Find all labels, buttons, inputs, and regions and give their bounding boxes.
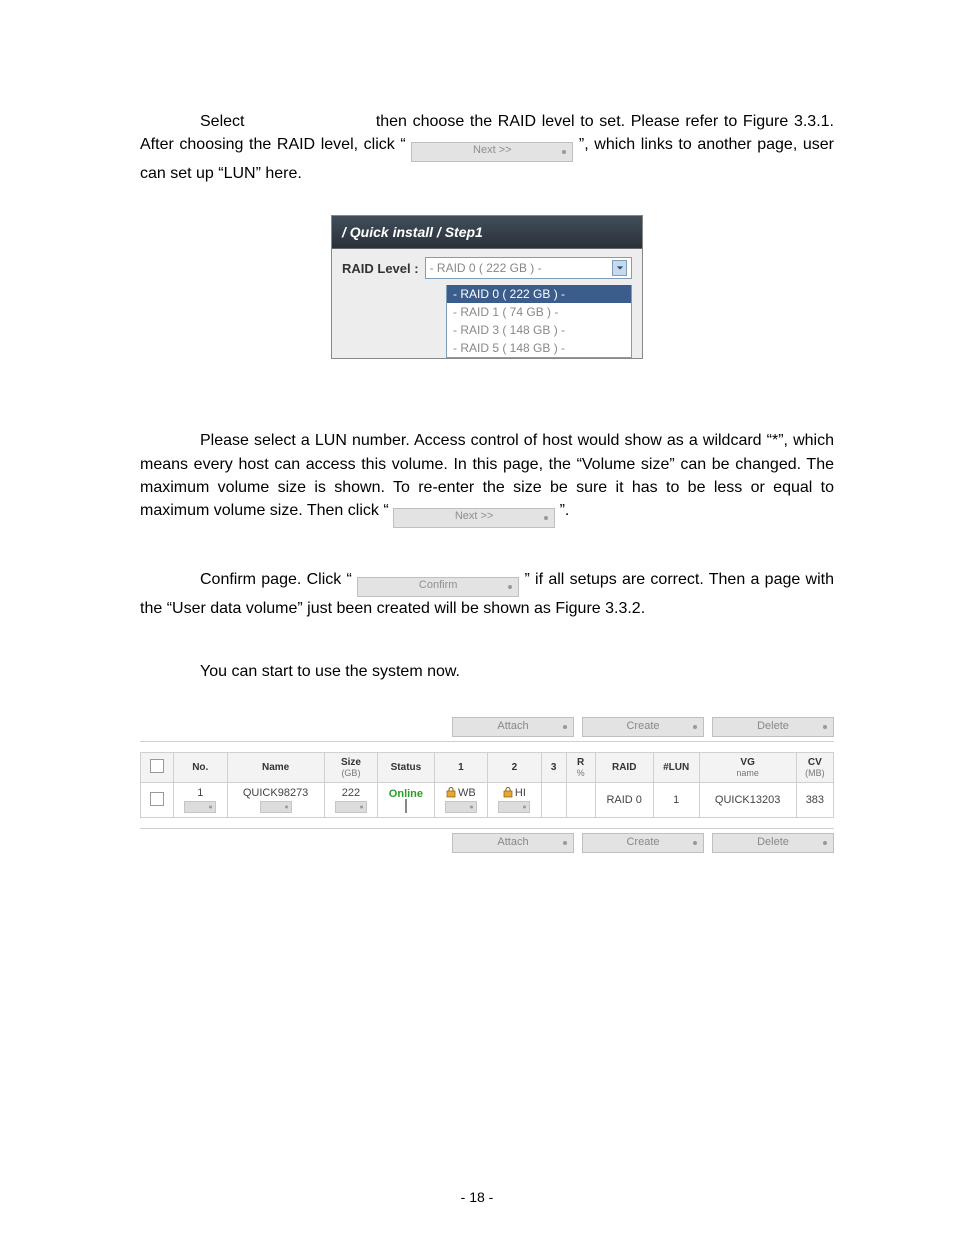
cell-name[interactable]: QUICK98273: [227, 783, 324, 818]
raid-level-label: RAID Level :: [342, 261, 419, 276]
cell-r: [566, 783, 595, 818]
col-size: Size(GB): [324, 753, 378, 783]
table-header: No. Name Size(GB) Status 1 2 3 R% RAID #…: [141, 753, 834, 783]
col-raid: RAID: [595, 753, 653, 783]
cell-cv: 383: [796, 783, 833, 818]
attach-button[interactable]: Attach: [452, 833, 574, 853]
col-2: 2: [488, 753, 542, 783]
raid-option[interactable]: - RAID 5 ( 148 GB ) -: [447, 339, 631, 357]
cell-size[interactable]: 222: [324, 783, 378, 818]
cell-status: Online: [378, 783, 434, 818]
para-step1: Select then choose the RAID level to set…: [140, 110, 834, 185]
cell-vg: QUICK13203: [699, 783, 796, 818]
cell-2[interactable]: HI: [488, 783, 542, 818]
col-vg: VGname: [699, 753, 796, 783]
col-lun: #LUN: [653, 753, 699, 783]
t: Confirm page. Click “: [200, 571, 352, 588]
col-cv: CV(MB): [796, 753, 833, 783]
raid-option[interactable]: - RAID 0 ( 222 GB ) -: [447, 285, 631, 303]
action-row-bottom: Attach Create Delete: [140, 828, 834, 857]
row-checkbox[interactable]: [150, 792, 164, 806]
next-button-inline-1[interactable]: Next >>: [411, 142, 573, 162]
volume-table-area: Attach Create Delete No. Name Size(GB) S…: [140, 713, 834, 857]
t: Please select a LUN number. Access contr…: [140, 432, 834, 519]
t: Select: [200, 113, 244, 130]
chevron-down-icon[interactable]: [612, 260, 627, 276]
col-1: 1: [434, 753, 488, 783]
col-name: Name: [227, 753, 324, 783]
para-step2: Please select a LUN number. Access contr…: [140, 429, 834, 528]
cell-no[interactable]: 1: [174, 783, 228, 818]
raid-level-select[interactable]: - RAID 0 ( 222 GB ) -: [425, 257, 632, 279]
cell-raid: RAID 0: [595, 783, 653, 818]
quick-install-panel: / Quick install / Step1 RAID Level : - R…: [331, 215, 643, 359]
next-button-inline-2[interactable]: Next >>: [393, 508, 555, 528]
lock-icon: [503, 787, 513, 798]
cell-3: [541, 783, 566, 818]
cell-lun: 1: [653, 783, 699, 818]
raid-option[interactable]: - RAID 3 ( 148 GB ) -: [447, 321, 631, 339]
col-no: No.: [174, 753, 228, 783]
delete-button[interactable]: Delete: [712, 717, 834, 737]
create-button[interactable]: Create: [582, 833, 704, 853]
action-row-top: Attach Create Delete: [140, 713, 834, 742]
raid-level-selected: - RAID 0 ( 222 GB ) -: [430, 261, 542, 275]
page-number: - 18 -: [0, 1189, 954, 1205]
attach-button[interactable]: Attach: [452, 717, 574, 737]
cell-1[interactable]: WB: [434, 783, 488, 818]
para-done: You can start to use the system now.: [140, 660, 834, 683]
panel-title: / Quick install / Step1: [332, 216, 642, 249]
status-progress: [405, 799, 407, 813]
create-button[interactable]: Create: [582, 717, 704, 737]
delete-button[interactable]: Delete: [712, 833, 834, 853]
select-all-checkbox[interactable]: [150, 759, 164, 773]
t: ”.: [560, 502, 570, 519]
table-row: 1 QUICK98273 222 Online: [141, 783, 834, 818]
confirm-button-inline[interactable]: Confirm: [357, 577, 519, 597]
col-3: 3: [541, 753, 566, 783]
para-step3: Confirm page. Click “ Confirm ” if all s…: [140, 568, 834, 620]
col-r: R%: [566, 753, 595, 783]
col-status: Status: [378, 753, 434, 783]
raid-level-dropdown[interactable]: - RAID 0 ( 222 GB ) - - RAID 1 ( 74 GB )…: [446, 285, 632, 358]
raid-option[interactable]: - RAID 1 ( 74 GB ) -: [447, 303, 631, 321]
volume-table: No. Name Size(GB) Status 1 2 3 R% RAID #…: [140, 752, 834, 818]
lock-icon: [446, 787, 456, 798]
